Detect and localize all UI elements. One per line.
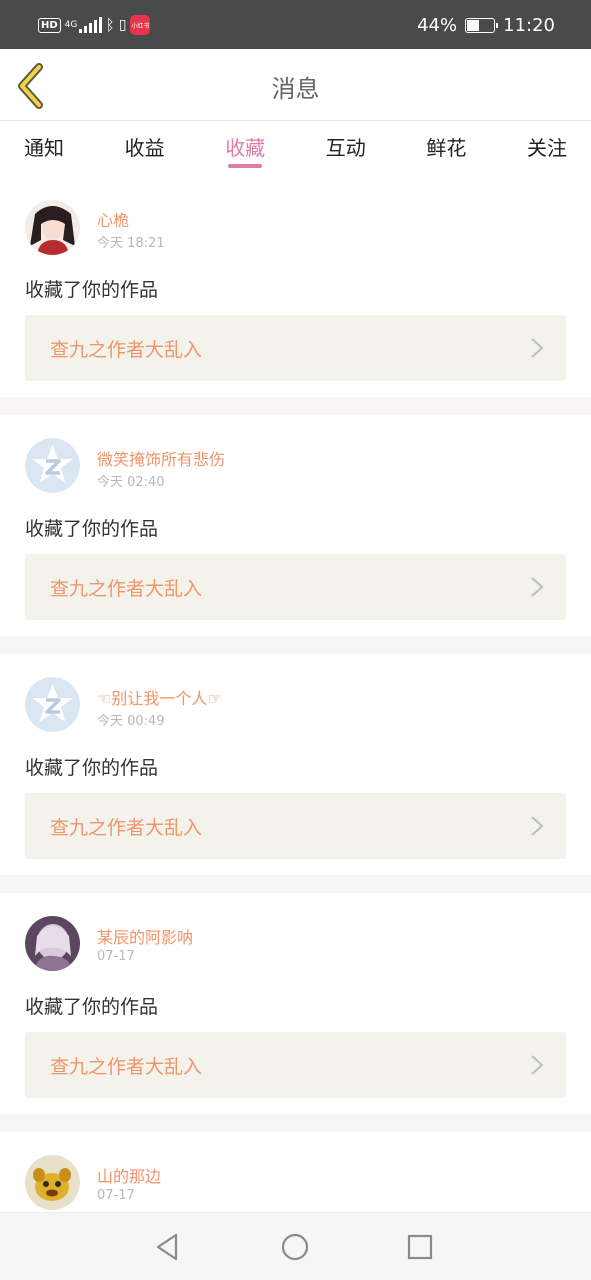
message-card: 心桅 今天 18:21 收藏了你的作品 查九之作者大乱入 <box>0 176 591 397</box>
status-icons-left: HD 4G ᛒ ▯ 小红书 <box>38 14 151 36</box>
system-home-button[interactable] <box>279 1231 311 1263</box>
message-card: 某辰的阿影呐 07-17 收藏了你的作品 查九之作者大乱入 <box>0 893 591 1114</box>
message-text: 收藏了你的作品 <box>25 279 159 301</box>
battery-icon <box>465 17 499 33</box>
work-link[interactable]: 查九之作者大乱入 <box>25 315 566 381</box>
message-time: 今天 18:21 <box>97 236 165 251</box>
avatar[interactable] <box>25 1155 80 1210</box>
avatar[interactable] <box>25 677 80 732</box>
chevron-right-icon <box>531 1055 544 1075</box>
avatar[interactable] <box>25 916 80 971</box>
battery-level <box>467 19 480 31</box>
cartoon-animal-avatar-icon <box>25 1155 80 1210</box>
separator <box>0 875 591 893</box>
tab-label: 关注 <box>526 136 567 160</box>
battery-percent: 44% <box>417 14 458 36</box>
separator <box>0 397 591 415</box>
avatar[interactable] <box>25 200 80 255</box>
tab-label: 收藏 <box>225 136 266 160</box>
avatar[interactable] <box>25 438 80 493</box>
back-triangle-icon <box>156 1233 178 1261</box>
status-bar: HD 4G ᛒ ▯ 小红书 44% 11:20 <box>0 0 591 49</box>
tab-flowers[interactable]: 鲜花 <box>426 122 466 172</box>
clock: 11:20 <box>503 14 555 36</box>
tab-bar: 通知 收益 收藏 互动 鲜花 关注 <box>0 122 591 172</box>
username[interactable]: 某辰的阿影呐 <box>97 924 193 948</box>
message-card: ☜别让我一个人☞ 今天 00:49 收藏了你的作品 查九之作者大乱入 <box>0 654 591 875</box>
recents-square-icon <box>407 1234 433 1260</box>
system-recents-button[interactable] <box>404 1231 436 1263</box>
anime-girl-avatar-icon <box>25 200 80 255</box>
username[interactable]: 山的那边 <box>97 1163 161 1187</box>
separator <box>0 636 591 654</box>
message-time: 今天 00:49 <box>97 714 165 729</box>
username[interactable]: 心桅 <box>97 207 129 231</box>
bluetooth-icon: ᛒ <box>105 16 115 34</box>
tab-earnings[interactable]: 收益 <box>125 122 165 172</box>
work-link[interactable]: 查九之作者大乱入 <box>25 554 566 620</box>
work-link[interactable]: 查九之作者大乱入 <box>25 1032 566 1098</box>
status-icons-right: 44% 11:20 <box>417 12 555 38</box>
message-card: 山的那边 07-17 <box>0 1132 591 1212</box>
work-title: 查九之作者大乱入 <box>50 817 203 839</box>
tab-label: 鲜花 <box>426 136 467 160</box>
username[interactable]: ☜别让我一个人☞ <box>97 685 222 709</box>
default-star-avatar-icon <box>25 677 80 732</box>
tab-interactions[interactable]: 互动 <box>326 122 366 172</box>
home-circle-icon <box>281 1233 309 1261</box>
nav-bar: 消息 <box>0 49 591 121</box>
hd-icon: HD <box>38 17 61 33</box>
page-title: 消息 <box>271 75 320 103</box>
system-nav-bar <box>0 1212 591 1280</box>
work-link[interactable]: 查九之作者大乱入 <box>25 793 566 859</box>
tab-label: 通知 <box>24 136 64 160</box>
tab-notifications[interactable]: 通知 <box>24 122 64 172</box>
vibrate-icon: ▯ <box>118 17 127 33</box>
separator <box>0 1114 591 1132</box>
message-text: 收藏了你的作品 <box>25 757 159 779</box>
active-tab-indicator <box>228 164 263 168</box>
username[interactable]: 微笑掩饰所有悲伤 <box>97 446 225 470</box>
work-title: 查九之作者大乱入 <box>50 578 203 600</box>
work-title: 查九之作者大乱入 <box>50 339 203 361</box>
message-card: 微笑掩饰所有悲伤 今天 02:40 收藏了你的作品 查九之作者大乱入 <box>0 415 591 636</box>
message-text: 收藏了你的作品 <box>25 518 159 540</box>
chevron-right-icon <box>531 338 544 358</box>
message-time: 07-17 <box>97 949 135 964</box>
network-type: 4G <box>64 19 78 30</box>
message-text: 收藏了你的作品 <box>25 996 159 1018</box>
tab-label: 互动 <box>325 136 366 160</box>
message-time: 今天 02:40 <box>97 475 165 490</box>
tab-label: 收益 <box>124 136 165 160</box>
tab-favorites[interactable]: 收藏 <box>225 122 265 172</box>
chevron-right-icon <box>531 577 544 597</box>
signal-icon <box>78 17 102 33</box>
notification-app-icon: 小红书 <box>130 15 151 35</box>
work-title: 查九之作者大乱入 <box>50 1056 203 1078</box>
default-star-avatar-icon <box>25 438 80 493</box>
tab-follows[interactable]: 关注 <box>527 122 567 172</box>
chevron-right-icon <box>531 816 544 836</box>
purple-illustration-avatar-icon <box>25 916 80 971</box>
message-time: 07-17 <box>97 1188 135 1203</box>
system-back-button[interactable] <box>152 1231 184 1263</box>
